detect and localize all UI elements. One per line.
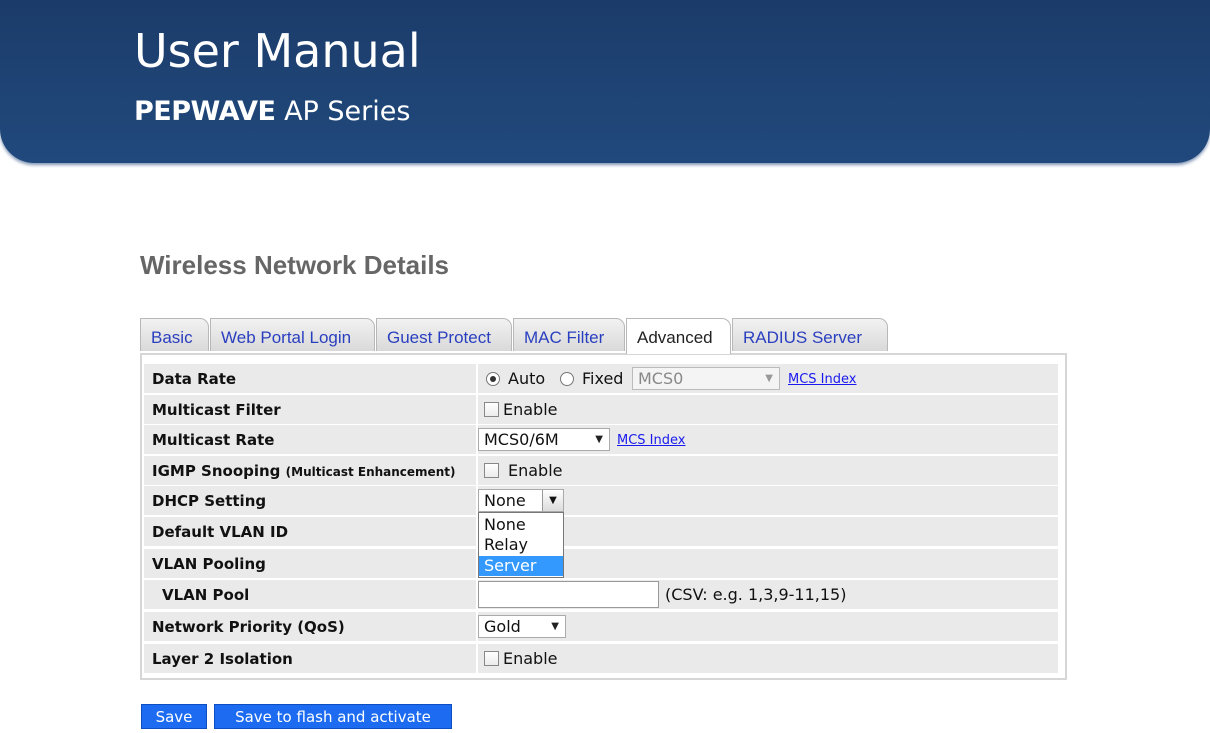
tab-mac-filter[interactable]: MAC Filter: [513, 318, 625, 351]
data-rate-fixed-radio[interactable]: [560, 372, 574, 386]
row-network-priority: Network Priority (QoS) Gold ▼: [144, 612, 1058, 641]
row-multicast-rate: Multicast Rate MCS0/6M ▼ MCS Index: [144, 425, 1058, 454]
igmp-snooping-label: IGMP Snooping: [152, 462, 281, 480]
page-title: Wireless Network Details: [140, 250, 450, 280]
data-rate-fixed-value: MCS0: [638, 369, 684, 388]
data-rate-mcs-index-link[interactable]: MCS Index: [788, 372, 856, 387]
network-priority-value: Gold: [484, 617, 521, 636]
dhcp-setting-select[interactable]: None ▼: [478, 489, 564, 512]
dhcp-option-none[interactable]: None: [479, 515, 563, 535]
network-priority-label: Network Priority (QoS): [144, 612, 476, 641]
vlan-pool-input[interactable]: [478, 581, 659, 608]
banner-series: AP Series: [275, 96, 411, 127]
multicast-rate-label: Multicast Rate: [144, 425, 476, 454]
banner-brand: PEPWAVE: [134, 96, 276, 127]
row-dhcp-setting: DHCP Setting None ▼: [144, 486, 1058, 515]
row-layer-2-isolation: Layer 2 Isolation Enable: [144, 644, 1058, 673]
banner-subtitle: PEPWAVE AP Series: [134, 95, 410, 129]
data-rate-fixed-select[interactable]: MCS0 ▼: [632, 367, 780, 390]
igmp-snooping-note: (Multicast Enhancement): [285, 465, 456, 479]
multicast-filter-checkbox[interactable]: [484, 402, 499, 417]
row-data-rate: Data Rate Auto Fixed MCS0 ▼ MCS Index: [144, 364, 1058, 393]
dhcp-setting-dropdown-list: None Relay Server: [478, 512, 564, 578]
multicast-rate-value: MCS0/6M: [484, 430, 559, 449]
row-multicast-filter: Multicast Filter Enable: [144, 395, 1058, 424]
row-vlan-pool: VLAN Pool (CSV: e.g. 1,3,9-11,15): [144, 580, 1058, 609]
row-igmp-snooping: IGMP Snooping (Multicast Enhancement) En…: [144, 456, 1058, 485]
row-default-vlan-id: Default VLAN ID: [144, 517, 1058, 546]
chevron-down-icon: ▼: [765, 373, 773, 384]
network-priority-select[interactable]: Gold ▼: [478, 615, 566, 638]
data-rate-auto-radio[interactable]: [486, 372, 500, 386]
chevron-down-icon[interactable]: ▼: [542, 490, 563, 511]
layer-2-isolation-label: Layer 2 Isolation: [144, 644, 476, 673]
save-button[interactable]: Save: [141, 704, 207, 729]
banner-title: User Manual: [134, 24, 421, 78]
dhcp-option-server[interactable]: Server: [479, 556, 563, 576]
header-banner: User Manual PEPWAVE AP Series: [0, 0, 1210, 163]
chevron-down-icon: ▼: [595, 434, 603, 445]
vlan-pooling-label: VLAN Pooling: [144, 549, 476, 578]
multicast-rate-mcs-index-link[interactable]: MCS Index: [617, 433, 685, 448]
tab-advanced[interactable]: Advanced: [626, 318, 731, 354]
dhcp-option-relay[interactable]: Relay: [479, 535, 563, 555]
data-rate-label: Data Rate: [144, 364, 476, 393]
layer-2-isolation-checkbox[interactable]: [484, 651, 499, 666]
data-rate-fixed-label: Fixed: [582, 369, 624, 388]
vlan-pool-label: VLAN Pool: [144, 580, 476, 609]
dhcp-setting-value: None: [484, 491, 526, 510]
save-to-flash-and-activate-button[interactable]: Save to flash and activate: [214, 704, 452, 729]
tab-radius-server[interactable]: RADIUS Server: [732, 318, 888, 351]
default-vlan-id-label: Default VLAN ID: [144, 517, 476, 546]
igmp-snooping-enable-label: Enable: [508, 461, 563, 480]
igmp-snooping-checkbox[interactable]: [484, 463, 499, 478]
tab-web-portal-login[interactable]: Web Portal Login: [210, 318, 375, 351]
multicast-rate-select[interactable]: MCS0/6M ▼: [478, 428, 610, 451]
vlan-pool-hint: (CSV: e.g. 1,3,9-11,15): [665, 585, 847, 604]
tab-basic[interactable]: Basic: [140, 318, 209, 351]
chevron-down-icon: ▼: [551, 621, 559, 632]
layer-2-isolation-enable-label: Enable: [503, 649, 558, 668]
multicast-filter-label: Multicast Filter: [144, 395, 476, 424]
row-vlan-pooling: VLAN Pooling: [144, 549, 1058, 578]
data-rate-auto-label: Auto: [508, 369, 546, 388]
multicast-filter-enable-label: Enable: [503, 400, 558, 419]
tab-guest-protect[interactable]: Guest Protect: [376, 318, 512, 351]
dhcp-setting-label: DHCP Setting: [144, 486, 476, 515]
